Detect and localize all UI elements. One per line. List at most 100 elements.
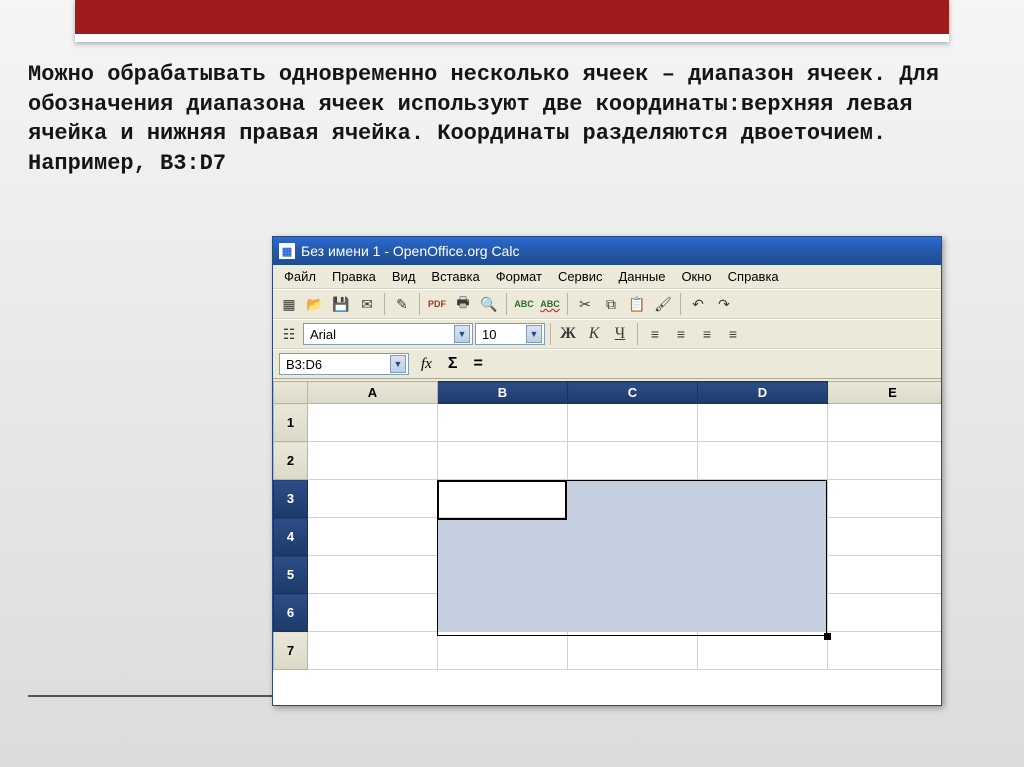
window-title: Без имени 1 - OpenOffice.org Calc (301, 243, 519, 259)
open-icon[interactable]: 📂 (303, 292, 327, 316)
cell[interactable] (308, 594, 438, 632)
standard-toolbar: ▦ 📂 💾 ✉ ✎ PDF 🖶 🔍 ABC ABC ✂ ⧉ 📋 🖌 ↶ ↷ (273, 289, 941, 319)
menu-file[interactable]: Файл (277, 267, 323, 286)
paste-icon[interactable]: 📋 (625, 292, 649, 316)
cell[interactable] (698, 594, 828, 632)
cell[interactable] (308, 556, 438, 594)
mail-icon[interactable]: ✉ (355, 292, 379, 316)
menu-view[interactable]: Вид (385, 267, 423, 286)
cell[interactable] (828, 518, 942, 556)
menu-format[interactable]: Формат (489, 267, 549, 286)
underline-button[interactable]: Ч (608, 322, 632, 346)
col-header-a[interactable]: A (308, 382, 438, 404)
align-justify-icon[interactable]: ≡ (721, 322, 745, 346)
spellcheck-icon[interactable]: ABC (512, 292, 536, 316)
save-icon[interactable]: 💾 (329, 292, 353, 316)
cell[interactable] (438, 556, 568, 594)
col-header-e[interactable]: E (828, 382, 942, 404)
row-header-4[interactable]: 4 (274, 518, 308, 556)
chevron-down-icon[interactable]: ▼ (454, 325, 470, 343)
chevron-down-icon[interactable]: ▼ (526, 325, 542, 343)
cell[interactable] (568, 518, 698, 556)
menu-tools[interactable]: Сервис (551, 267, 610, 286)
spreadsheet-grid[interactable]: A B C D E 1 2 3 4 5 6 7 (273, 381, 941, 705)
autospell-icon[interactable]: ABC (538, 292, 562, 316)
cell[interactable] (568, 480, 698, 518)
cell[interactable] (568, 556, 698, 594)
print-preview-icon[interactable]: 🔍 (477, 292, 501, 316)
col-header-d[interactable]: D (698, 382, 828, 404)
font-size-combo[interactable]: 10 ▼ (475, 323, 545, 345)
fill-handle[interactable] (824, 633, 831, 640)
cell[interactable] (698, 632, 828, 670)
align-center-icon[interactable]: ≡ (669, 322, 693, 346)
cell-active[interactable] (438, 480, 568, 518)
copy-icon[interactable]: ⧉ (599, 292, 623, 316)
cell[interactable] (828, 404, 942, 442)
menubar: Файл Правка Вид Вставка Формат Сервис Да… (273, 265, 941, 289)
edit-icon[interactable]: ✎ (390, 292, 414, 316)
align-left-icon[interactable]: ≡ (643, 322, 667, 346)
row-header-3[interactable]: 3 (274, 480, 308, 518)
openoffice-calc-window: ▦ Без имени 1 - OpenOffice.org Calc Файл… (272, 236, 942, 706)
redo-icon[interactable]: ↷ (712, 292, 736, 316)
format-paintbrush-icon[interactable]: 🖌 (651, 292, 675, 316)
sum-button[interactable]: Σ (444, 355, 462, 373)
cell[interactable] (698, 518, 828, 556)
cell[interactable] (308, 518, 438, 556)
italic-button[interactable]: К (582, 322, 606, 346)
row-header-6[interactable]: 6 (274, 594, 308, 632)
menu-help[interactable]: Справка (721, 267, 786, 286)
cell[interactable] (568, 442, 698, 480)
cell[interactable] (438, 518, 568, 556)
separator (419, 293, 420, 315)
select-all-corner[interactable] (274, 382, 308, 404)
cell[interactable] (698, 442, 828, 480)
cell[interactable] (308, 404, 438, 442)
col-header-c[interactable]: C (568, 382, 698, 404)
cut-icon[interactable]: ✂ (573, 292, 597, 316)
titlebar[interactable]: ▦ Без имени 1 - OpenOffice.org Calc (273, 237, 941, 265)
new-icon[interactable]: ▦ (277, 292, 301, 316)
chevron-down-icon[interactable]: ▼ (390, 355, 406, 373)
cell[interactable] (568, 594, 698, 632)
function-wizard-button[interactable]: fx (417, 356, 436, 373)
cell[interactable] (308, 480, 438, 518)
cell[interactable] (698, 480, 828, 518)
row-header-7[interactable]: 7 (274, 632, 308, 670)
undo-icon[interactable]: ↶ (686, 292, 710, 316)
row-header-5[interactable]: 5 (274, 556, 308, 594)
cell[interactable] (308, 632, 438, 670)
styles-icon[interactable]: ☷ (277, 322, 301, 346)
menu-window[interactable]: Окно (674, 267, 718, 286)
bold-button[interactable]: Ж (556, 322, 580, 346)
cell[interactable] (568, 404, 698, 442)
cell[interactable] (828, 632, 942, 670)
cell[interactable] (828, 594, 942, 632)
cell[interactable] (438, 442, 568, 480)
font-name-value: Arial (310, 327, 336, 342)
cell[interactable] (568, 632, 698, 670)
cell[interactable] (438, 594, 568, 632)
cell[interactable] (308, 442, 438, 480)
align-right-icon[interactable]: ≡ (695, 322, 719, 346)
cell[interactable] (698, 556, 828, 594)
cell[interactable] (828, 442, 942, 480)
separator (680, 293, 681, 315)
font-name-combo[interactable]: Arial ▼ (303, 323, 473, 345)
name-box[interactable]: B3:D6 ▼ (279, 353, 409, 375)
menu-edit[interactable]: Правка (325, 267, 383, 286)
cell[interactable] (828, 480, 942, 518)
equals-button[interactable]: = (469, 355, 486, 373)
cell[interactable] (698, 404, 828, 442)
cell[interactable] (438, 632, 568, 670)
export-pdf-icon[interactable]: PDF (425, 292, 449, 316)
menu-data[interactable]: Данные (611, 267, 672, 286)
menu-insert[interactable]: Вставка (424, 267, 486, 286)
row-header-1[interactable]: 1 (274, 404, 308, 442)
print-icon[interactable]: 🖶 (451, 292, 475, 316)
cell[interactable] (438, 404, 568, 442)
col-header-b[interactable]: B (438, 382, 568, 404)
cell[interactable] (828, 556, 942, 594)
row-header-2[interactable]: 2 (274, 442, 308, 480)
